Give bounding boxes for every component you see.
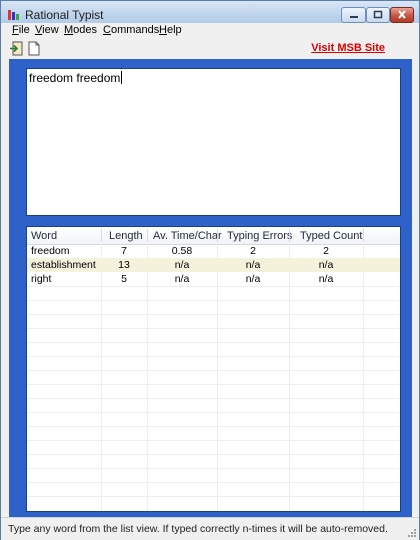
typed-text-value: freedom freedom <box>29 71 121 85</box>
cell-typing-errors: 2 <box>250 245 256 257</box>
cell-length: 7 <box>121 245 127 257</box>
grid-row-line <box>27 370 400 371</box>
grid-row-line <box>27 286 400 287</box>
grid-row-line <box>27 342 400 343</box>
new-document-icon[interactable] <box>27 41 41 56</box>
menu-commands-mnemonic: C <box>103 24 111 36</box>
cell-word: establishment <box>31 259 96 271</box>
grid-row-line <box>27 454 400 455</box>
column-divider[interactable] <box>147 229 148 242</box>
column-divider[interactable] <box>217 229 218 242</box>
col-header-typed-count[interactable]: Typed Count <box>300 230 362 242</box>
menu-commands-label: ommands <box>110 24 160 36</box>
grid-row-line <box>27 468 400 469</box>
menu-help-label: elp <box>166 24 182 36</box>
cell-typed-count: 2 <box>323 245 329 257</box>
text-caret <box>121 71 123 84</box>
grid-row-line <box>27 440 400 441</box>
table-row[interactable]: right 5 n/a n/a n/a <box>27 272 400 286</box>
menu-view-label: iew <box>42 24 59 36</box>
grid-row-line <box>27 356 400 357</box>
menu-file-mnemonic: F <box>12 24 19 36</box>
cell-av-time: n/a <box>174 259 190 271</box>
cell-av-time: n/a <box>174 273 190 285</box>
visit-msb-site-link[interactable]: Visit MSB Site <box>311 42 385 54</box>
exit-icon[interactable] <box>9 41 23 56</box>
minimize-icon <box>349 16 358 18</box>
grid-row-line <box>27 384 400 385</box>
menu-modes[interactable]: Modes <box>64 24 97 36</box>
typed-text: freedom freedom <box>29 71 123 85</box>
column-divider[interactable] <box>363 229 364 242</box>
cell-av-time: 0.58 <box>171 245 193 257</box>
grid-row-line <box>27 482 400 483</box>
cell-typing-errors: n/a <box>245 259 261 271</box>
menu-modes-label: odes <box>73 24 98 36</box>
col-header-word[interactable]: Word <box>31 230 57 242</box>
word-list-view[interactable]: Word Length Av. Time/Char Typing Errors … <box>26 226 401 512</box>
minimize-button[interactable] <box>341 7 366 23</box>
grid-row-line <box>27 412 400 413</box>
list-header: Word Length Av. Time/Char Typing Errors … <box>27 227 400 245</box>
maximize-button[interactable] <box>366 7 390 23</box>
column-divider[interactable] <box>101 229 102 242</box>
typing-area[interactable]: freedom freedom <box>26 68 401 216</box>
app-icon <box>8 10 19 20</box>
menu-modes-mnemonic: M <box>64 24 74 36</box>
cell-typed-count: n/a <box>318 259 334 271</box>
grid-row-line <box>27 328 400 329</box>
grid-row-line <box>27 496 400 497</box>
cell-length: 13 <box>118 259 130 271</box>
menu-view[interactable]: View <box>35 24 59 36</box>
status-text: Type any word from the list view. If typ… <box>8 523 388 535</box>
status-bar: Type any word from the list view. If typ… <box>1 517 419 540</box>
menu-bar: File View Modes Commands Help <box>1 23 419 39</box>
window-title: Rational Typist <box>25 8 104 22</box>
resize-grip-icon[interactable] <box>406 527 417 538</box>
grid-row-line <box>27 300 400 301</box>
menu-file-label: ile <box>18 24 30 36</box>
grid-row-line <box>27 398 400 399</box>
grid-row-line <box>27 314 400 315</box>
column-divider[interactable] <box>289 229 290 242</box>
close-icon <box>398 10 406 19</box>
cell-length: 5 <box>121 273 127 285</box>
menu-help-mnemonic: H <box>159 24 167 36</box>
col-header-av-time[interactable]: Av. Time/Char <box>153 230 222 242</box>
menu-commands[interactable]: Commands <box>103 24 159 36</box>
app-window: Rational Typist File View Modes Commands… <box>0 0 420 540</box>
col-header-length[interactable]: Length <box>109 230 143 242</box>
table-row[interactable]: freedom 7 0.58 2 2 <box>27 244 400 258</box>
menu-file[interactable]: File <box>12 24 30 36</box>
cell-typing-errors: n/a <box>245 273 261 285</box>
cell-word: freedom <box>31 245 70 257</box>
toolbar: Visit MSB Site <box>1 39 419 59</box>
col-header-typing-errors[interactable]: Typing Errors <box>227 230 292 242</box>
maximize-icon <box>373 10 383 19</box>
table-row[interactable]: establishment 13 n/a n/a n/a <box>27 258 400 272</box>
menu-help[interactable]: Help <box>159 24 182 36</box>
main-panel: freedom freedom Word Length Av. Time/Cha… <box>9 59 412 517</box>
cell-typed-count: n/a <box>318 273 334 285</box>
close-button[interactable] <box>390 7 414 23</box>
cell-word: right <box>31 273 52 285</box>
grid-row-line <box>27 426 400 427</box>
